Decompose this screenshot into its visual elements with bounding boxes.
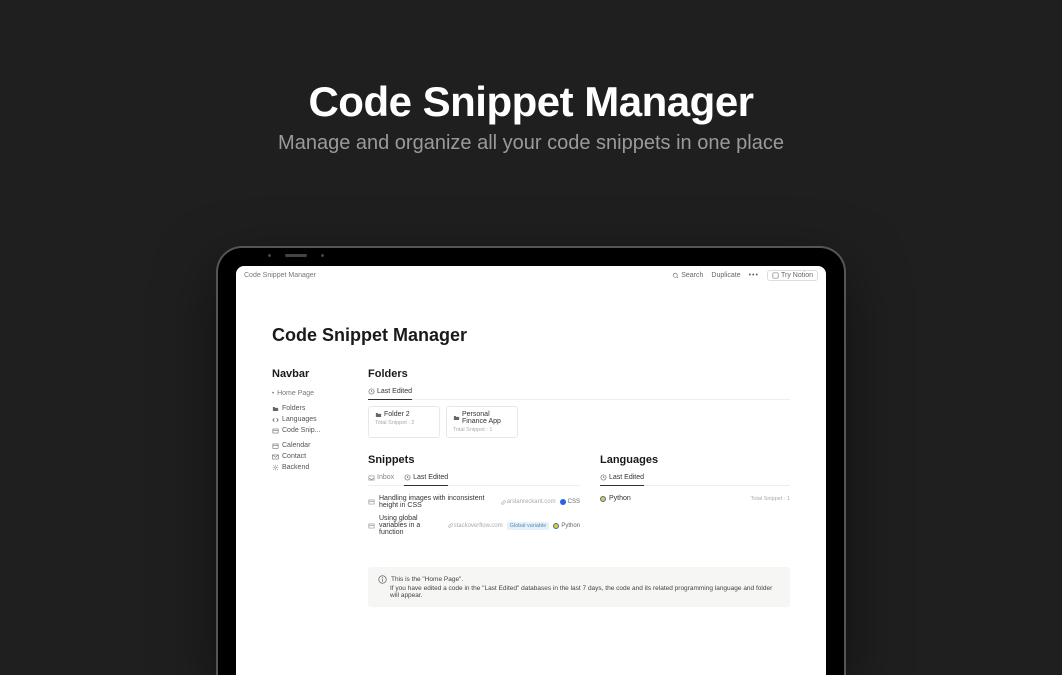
- snippet-row[interactable]: Using global variables in a function sta…: [368, 512, 580, 539]
- clock-icon: [600, 474, 607, 481]
- folder-name-label: Personal Finance App: [462, 411, 511, 425]
- folders-section: Folders Last Edited: [368, 368, 790, 438]
- folders-tab-label: Last Edited: [377, 388, 412, 395]
- languages-section: Languages Last Edited: [600, 454, 790, 539]
- breadcrumb[interactable]: Code Snippet Manager: [244, 272, 316, 279]
- tablet-frame: Code Snippet Manager Search Duplicate ••…: [218, 248, 844, 675]
- info-text-1: This is the "Home Page".: [391, 576, 463, 583]
- search-icon: [672, 272, 679, 279]
- code-icon: [272, 417, 279, 423]
- language-meta: Total Snippet : 1: [751, 496, 790, 502]
- nav-home[interactable]: • Home Page: [272, 390, 344, 397]
- nav-calendar[interactable]: Calendar: [272, 442, 344, 449]
- navbar: Navbar • Home Page Folders: [272, 368, 344, 607]
- snippets-tab-inbox[interactable]: Inbox: [368, 474, 394, 485]
- nav-contact-label: Contact: [282, 453, 306, 460]
- snippet-lang: Python: [553, 523, 580, 529]
- languages-tabs: Last Edited: [600, 474, 790, 486]
- search-button[interactable]: Search: [672, 272, 703, 279]
- snippets-section: Snippets Inbox: [368, 454, 580, 539]
- snippets-title: Snippets: [368, 454, 580, 466]
- folders-tabs: Last Edited: [368, 388, 790, 400]
- snippet-title: Using global variables in a function: [379, 515, 444, 536]
- snippets-tab-last-edited[interactable]: Last Edited: [404, 474, 448, 486]
- try-notion-button[interactable]: Try Notion: [767, 270, 818, 281]
- python-lang-icon: [600, 496, 606, 502]
- page-title: Code Snippet Manager: [272, 325, 790, 346]
- nav-calendar-label: Calendar: [282, 442, 310, 449]
- folder-icon: [272, 406, 279, 412]
- info-icon: [378, 575, 387, 584]
- language-row[interactable]: Python Total Snippet : 1: [600, 492, 790, 505]
- nav-languages[interactable]: Languages: [272, 416, 344, 423]
- snippet-row[interactable]: Handling images with inconsistent height…: [368, 492, 580, 512]
- nav-languages-label: Languages: [282, 416, 317, 423]
- nav-home-label: Home Page: [277, 390, 314, 397]
- snippet-source: arslanreckant.com: [501, 499, 556, 505]
- more-button[interactable]: •••: [749, 272, 759, 279]
- languages-tab-label: Last Edited: [609, 474, 644, 481]
- css-lang-icon: [560, 499, 566, 505]
- snippets-tab-inbox-label: Inbox: [377, 474, 394, 481]
- hero-title: Code Snippet Manager: [0, 78, 1062, 126]
- inbox-icon: [368, 475, 375, 481]
- snippets-tabs: Inbox Last Edited: [368, 474, 580, 486]
- search-label: Search: [681, 272, 703, 279]
- nav-folders-label: Folders: [282, 405, 305, 412]
- snippet-tag: Global variable: [507, 522, 550, 530]
- clock-icon: [404, 474, 411, 481]
- snippet-icon: [272, 428, 279, 434]
- python-lang-icon: [553, 523, 559, 529]
- languages-title: Languages: [600, 454, 790, 466]
- snippet-icon: [368, 499, 375, 505]
- bullet-icon: •: [272, 391, 274, 397]
- snippet-lang: CSS: [560, 499, 580, 505]
- gear-icon: [272, 464, 279, 471]
- duplicate-button[interactable]: Duplicate: [711, 272, 740, 279]
- clock-icon: [368, 388, 375, 395]
- nav-backend[interactable]: Backend: [272, 464, 344, 471]
- nav-code-snippets[interactable]: Code Snip...: [272, 427, 344, 434]
- folder-icon: [375, 412, 382, 418]
- snippet-icon: [368, 523, 375, 529]
- nav-backend-label: Backend: [282, 464, 309, 471]
- calendar-icon: [272, 443, 279, 449]
- folders-title: Folders: [368, 368, 790, 380]
- nav-code-snippets-label: Code Snip...: [282, 427, 321, 434]
- folder-icon: [453, 415, 460, 421]
- tablet-screen: Code Snippet Manager Search Duplicate ••…: [236, 266, 826, 675]
- snippets-tab-last-edited-label: Last Edited: [413, 474, 448, 481]
- folder-meta: Total Snippet : 2: [375, 420, 433, 426]
- nav-contact[interactable]: Contact: [272, 453, 344, 460]
- folder-card[interactable]: Folder 2 Total Snippet : 2: [368, 406, 440, 438]
- mail-icon: [272, 454, 279, 460]
- snippet-source: stackoverflow.com: [448, 523, 503, 529]
- info-callout: This is the "Home Page". If you have edi…: [368, 567, 790, 607]
- nav-folders[interactable]: Folders: [272, 405, 344, 412]
- folders-tab-last-edited[interactable]: Last Edited: [368, 388, 412, 400]
- languages-tab-last-edited[interactable]: Last Edited: [600, 474, 644, 486]
- folder-name-label: Folder 2: [384, 411, 410, 418]
- folder-meta: Total Snippet : 1: [453, 427, 511, 433]
- topbar: Code Snippet Manager Search Duplicate ••…: [236, 266, 826, 285]
- language-name: Python: [609, 495, 631, 502]
- notion-icon: [772, 272, 779, 279]
- main-content: Folders Last Edited: [368, 368, 790, 607]
- folder-card[interactable]: Personal Finance App Total Snippet : 1: [446, 406, 518, 438]
- try-notion-label: Try Notion: [781, 272, 813, 279]
- tablet-camera-notch: [268, 254, 324, 257]
- link-icon: [501, 500, 506, 505]
- snippet-title: Handling images with inconsistent height…: [379, 495, 497, 509]
- navbar-title: Navbar: [272, 368, 344, 380]
- link-icon: [448, 523, 453, 528]
- hero-subtitle: Manage and organize all your code snippe…: [0, 132, 1062, 155]
